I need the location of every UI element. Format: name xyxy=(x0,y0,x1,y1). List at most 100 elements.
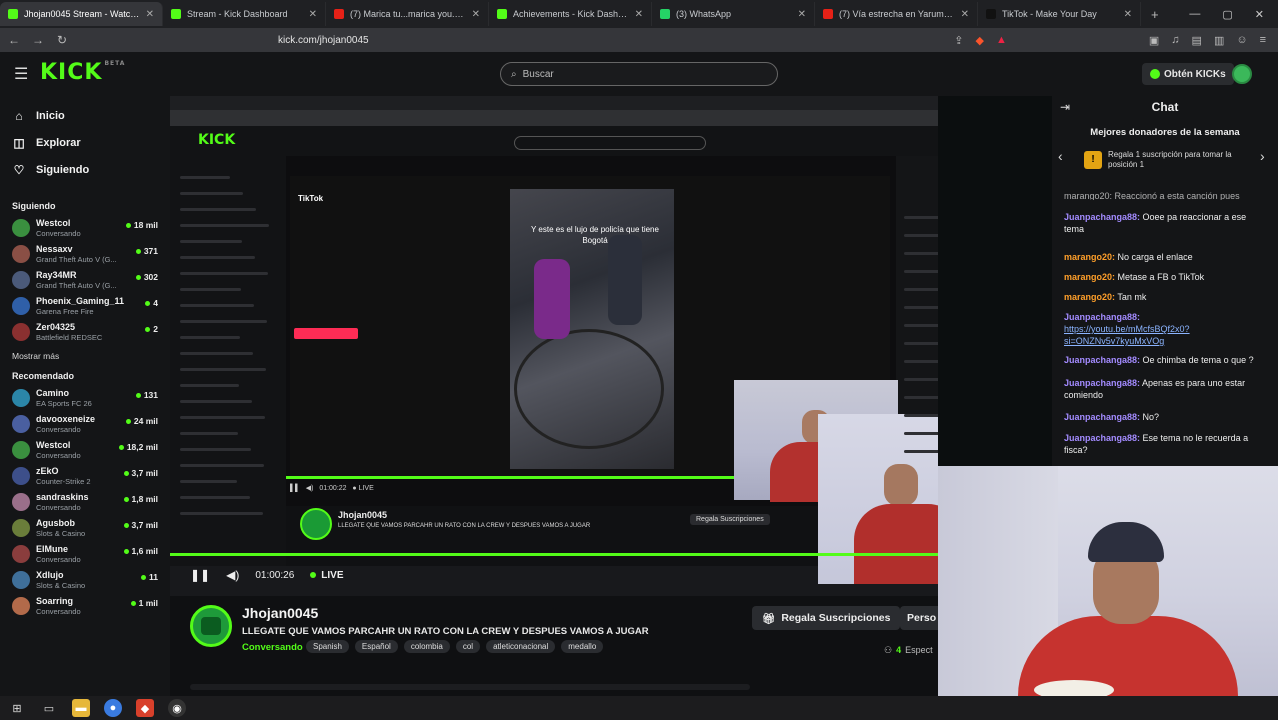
close-tab-icon[interactable]: ✕ xyxy=(961,9,969,20)
browser-tab[interactable]: (7) Vía estrecha en Yarumal, Antioq... ✕ xyxy=(815,2,978,26)
task-view-icon[interactable]: ▭ xyxy=(40,699,58,717)
chat-username[interactable]: Juanpachanga88: xyxy=(1064,412,1140,422)
obs-icon[interactable]: ◉ xyxy=(168,699,186,717)
channel-item[interactable]: Westcol Conversando 18 mil xyxy=(0,215,170,241)
chat-username[interactable]: marango20: xyxy=(1064,272,1115,282)
streamer-avatar[interactable] xyxy=(190,605,232,647)
file-explorer-icon[interactable]: ▬ xyxy=(72,699,90,717)
user-avatar[interactable] xyxy=(1232,64,1252,84)
browser-tab[interactable]: Jhojan0045 Stream - Watch ... ✕ xyxy=(0,2,163,26)
chevron-left-icon[interactable]: ‹ xyxy=(1058,148,1063,164)
browser-tab[interactable]: Achievements - Kick Dashboard ✕ xyxy=(489,2,652,26)
channel-item[interactable]: Agusbob Slots & Casino 3,7 mil xyxy=(0,515,170,541)
channel-item[interactable]: zEkO Counter-Strike 2 3,7 mil xyxy=(0,463,170,489)
forward-icon[interactable]: → xyxy=(28,33,48,47)
chat-username[interactable]: marango20: xyxy=(1064,252,1115,262)
personalize-button[interactable]: Perso xyxy=(900,606,940,630)
stream-tag[interactable]: atleticonacional xyxy=(486,640,556,653)
chat-username[interactable]: Juanpachanga88: xyxy=(1064,312,1140,322)
chat-username[interactable]: Juanpachanga88: xyxy=(1064,378,1140,388)
channel-item[interactable]: davooxeneize Conversando 24 mil xyxy=(0,411,170,437)
inner-sidebar-line xyxy=(180,304,254,307)
chat-username[interactable]: marango20: xyxy=(1064,292,1115,302)
channel-item[interactable]: Xdlujo Slots & Casino 11 xyxy=(0,567,170,593)
stream-tag[interactable]: colombia xyxy=(403,640,450,653)
browser-tab[interactable]: TikTok - Make Your Day ✕ xyxy=(978,2,1141,26)
pause-icon[interactable]: ❚❚ xyxy=(190,568,210,582)
chat-message: Juanpachanga88: Ese tema no le recuerda … xyxy=(1064,433,1249,455)
channel-item[interactable]: Zer04325 Battlefield REDSEC 2 xyxy=(0,319,170,345)
stream-tag[interactable]: Español xyxy=(354,640,398,653)
brave-shield-icon[interactable]: ◆ xyxy=(976,34,984,47)
stream-category[interactable]: Conversando xyxy=(242,642,303,653)
sidebar-item-explorar[interactable]: ◫ Explorar xyxy=(0,129,170,156)
channel-item[interactable]: Soarring Conversando 1 mil xyxy=(0,593,170,619)
channel-item[interactable]: Westcol Conversando 18,2 mil xyxy=(0,437,170,463)
close-tab-icon[interactable]: ✕ xyxy=(472,9,480,20)
chevron-right-icon[interactable]: › xyxy=(1260,148,1265,164)
player-progress-bar[interactable] xyxy=(170,553,938,556)
channel-avatar xyxy=(12,415,30,433)
close-tab-icon[interactable]: ✕ xyxy=(798,9,806,20)
tab-favicon-icon xyxy=(171,9,181,19)
channel-item[interactable]: Nessaxv Grand Theft Auto V (G... 371 xyxy=(0,241,170,267)
sidebar-item-siguiendo[interactable]: ♡ Siguiendo xyxy=(0,156,170,183)
hamburger-menu-icon[interactable]: ☰ xyxy=(14,64,28,84)
close-window-icon[interactable]: ✕ xyxy=(1255,8,1264,21)
channel-item[interactable]: ElMune Conversando 1,6 mil xyxy=(0,541,170,567)
wallet-icon[interactable]: ▥ xyxy=(1214,34,1224,47)
chrome-icon[interactable]: ● xyxy=(104,699,122,717)
close-tab-icon[interactable]: ✕ xyxy=(146,9,154,20)
search-input[interactable]: ⌕ Buscar xyxy=(500,62,778,86)
stream-title: LLEGATE QUE VAMOS PARCAHR UN RATO CON LA… xyxy=(242,626,649,637)
profile-icon[interactable]: ☺ xyxy=(1236,34,1247,47)
live-dot-icon xyxy=(141,574,146,580)
viewer-count: 3,7 mil xyxy=(123,468,158,478)
browser-tab[interactable]: Stream - Kick Dashboard ✕ xyxy=(163,2,326,26)
minimize-icon[interactable]: — xyxy=(1189,8,1200,21)
webcam-overlay xyxy=(938,466,1278,698)
menu-dots-icon[interactable]: ≡ xyxy=(1260,34,1266,47)
tiktok-caption: Y este es el lujo de policía que tiene B… xyxy=(531,225,659,245)
stream-tag[interactable]: medallo xyxy=(561,640,604,653)
share-icon[interactable]: ⇪ xyxy=(954,34,963,47)
gift-subscriptions-button[interactable]: 🎁︎ Regala Suscripciones xyxy=(752,606,901,630)
sidebar-item-inicio[interactable]: ⌂ Inicio xyxy=(0,102,170,129)
maximize-icon[interactable]: ▢ xyxy=(1222,8,1232,21)
close-tab-icon[interactable]: ✕ xyxy=(635,9,643,20)
windows-start-icon[interactable]: ⊞ xyxy=(8,699,26,717)
close-tab-icon[interactable]: ✕ xyxy=(1124,9,1132,20)
following-section-title: Siguiendo xyxy=(12,201,56,211)
show-more-link[interactable]: Mostrar más xyxy=(0,351,170,361)
get-kicks-button[interactable]: Obtén KICKs xyxy=(1142,63,1234,85)
streamer-name[interactable]: Jhojan0045 xyxy=(242,605,318,621)
browser-tab[interactable]: (3) WhatsApp ✕ xyxy=(652,2,815,26)
chat-username[interactable]: Juanpachanga88: xyxy=(1064,355,1140,365)
close-tab-icon[interactable]: ✕ xyxy=(309,9,317,20)
browser-tab[interactable]: (7) Marica tu...marica you. fiesta pl...… xyxy=(326,2,489,26)
channel-item[interactable]: sandraskins Conversando 1,8 mil xyxy=(0,489,170,515)
channel-item[interactable]: Phoenix_Gaming_11 Garena Free Fire 4 xyxy=(0,293,170,319)
chat-link[interactable]: https://youtu.be/mMcfsBQf2x0?si=ONZNv5v7… xyxy=(1064,324,1190,346)
volume-icon[interactable]: ◀) xyxy=(226,568,239,582)
url-field[interactable]: kick.com/jhojan0045 xyxy=(278,35,369,46)
channel-item[interactable]: Ray34MR Grand Theft Auto V (G... 302 xyxy=(0,267,170,293)
stream-tag[interactable]: col xyxy=(455,640,481,653)
sidebar-icon[interactable]: ▤ xyxy=(1192,34,1202,47)
player-time: 01:00:26 xyxy=(255,569,295,581)
new-tab-icon[interactable]: + xyxy=(1151,7,1159,22)
brave-icon[interactable]: ◆ xyxy=(136,699,154,717)
reload-icon[interactable]: ↻ xyxy=(52,33,72,47)
channel-item[interactable]: Camino EA Sports FC 26 131 xyxy=(0,385,170,411)
stream-tag[interactable]: Spanish xyxy=(306,640,349,653)
warning-icon[interactable]: ▲ xyxy=(996,34,1007,47)
music-icon[interactable]: ♫ xyxy=(1171,34,1179,47)
video-player[interactable]: KICK TikTok Y este es el lujo de policía… xyxy=(170,96,938,596)
chat-username[interactable]: Juanpachanga88: xyxy=(1064,433,1140,443)
tab-favicon-icon xyxy=(660,9,670,19)
extensions-icon[interactable]: ▣ xyxy=(1149,34,1159,47)
chat-username[interactable]: Juanpachanga88: xyxy=(1064,212,1140,222)
back-icon[interactable]: ← xyxy=(4,33,24,47)
viewer-count: ⚇ 4 Espect xyxy=(884,645,933,655)
kick-logo[interactable]: KICK BETA xyxy=(40,60,125,85)
